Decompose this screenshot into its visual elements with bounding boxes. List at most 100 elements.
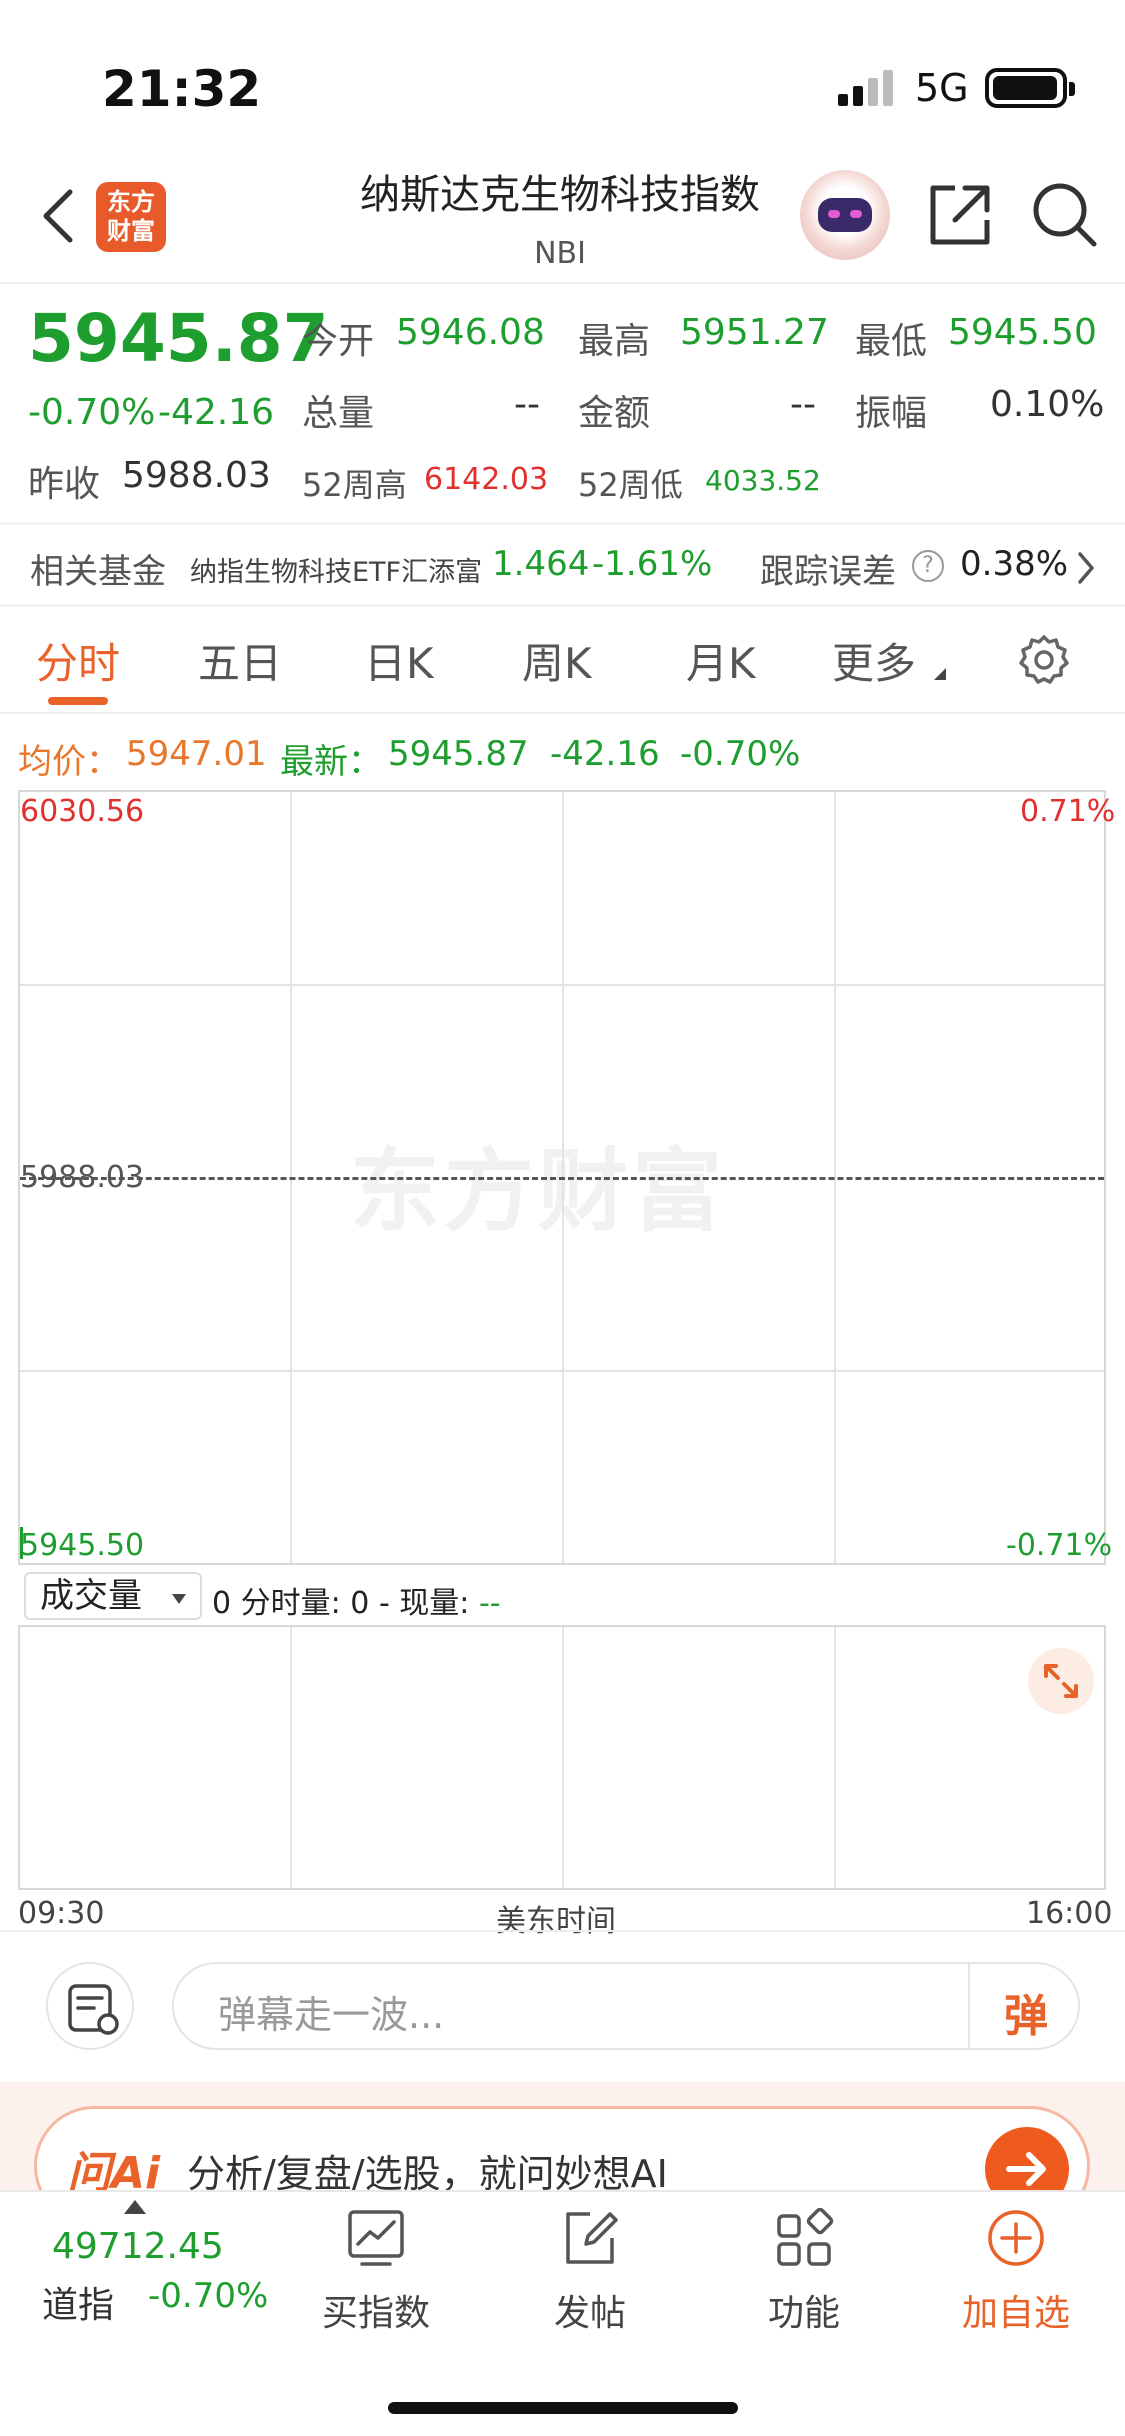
open-value: 5946.08 (396, 312, 545, 353)
edit-icon (566, 2212, 618, 2264)
tab-more[interactable]: 更多 (832, 630, 916, 691)
y-axis-bottom: 5945.50 (20, 1528, 145, 1563)
nav-functions-label: 功能 (767, 2293, 840, 2334)
avg-price-label: 均价： (18, 742, 120, 782)
indicator-select[interactable]: 成交量 (24, 1572, 202, 1620)
tracking-error-label: 跟踪误差 (760, 552, 896, 592)
time-axis-label: 美东时间 (496, 1904, 616, 1939)
nav-post-label: 发帖 (553, 2293, 626, 2334)
nav-buy-index-label: 买指数 (321, 2293, 430, 2334)
last-price-label: 最新： (280, 742, 382, 782)
network-label: 5G (915, 66, 969, 110)
tab-monthly-k[interactable]: 月K (686, 630, 756, 691)
plus-circle-icon (988, 2210, 1044, 2266)
share-icon (930, 185, 990, 245)
tab-daily-k[interactable]: 日K (364, 630, 434, 691)
amplitude-value: 0.10% (990, 384, 1105, 425)
time-axis-end: 16:00 (1026, 1896, 1113, 1931)
week52-low-value: 4033.52 (705, 464, 821, 497)
fund-price: 1.464 (492, 544, 590, 584)
intraday-chart[interactable] (18, 790, 1106, 1565)
expand-chart-button[interactable] (1028, 1648, 1094, 1714)
week52-high-label: 52周高 (302, 466, 407, 504)
change-percent: -0.70% (28, 392, 156, 433)
amount-label: 金额 (578, 393, 651, 434)
danmu-settings-icon (68, 1984, 119, 2035)
tracking-error-value: 0.38% (960, 544, 1069, 584)
y-axis-top: 6030.56 (20, 794, 145, 829)
prev-close-label: 昨收 (28, 464, 101, 505)
assistant-avatar[interactable] (800, 170, 890, 260)
nav-add-watchlist-label: 加自选 (961, 2293, 1070, 2334)
prev-close-line (20, 1177, 1104, 1180)
volume-info-value1: 0 (350, 1586, 370, 1621)
help-icon[interactable]: ? (912, 550, 944, 582)
triangle-up-icon (124, 2200, 146, 2214)
amount-value: -- (790, 384, 816, 425)
danmu-input[interactable]: 弹幕走一波... 弹 (172, 1962, 1080, 2050)
settings-button[interactable] (1018, 634, 1070, 686)
fund-change: -1.61% (592, 544, 713, 584)
chart-divider (0, 1930, 1125, 1932)
back-button[interactable] (36, 186, 84, 246)
active-tab-indicator (48, 697, 108, 705)
fund-divider (0, 604, 1125, 607)
page-subtitle: NBI (534, 236, 586, 271)
last-change-value: -42.16 (550, 734, 660, 774)
amplitude-label: 振幅 (855, 393, 928, 434)
high-label: 最高 (578, 321, 651, 362)
tab-five-day[interactable]: 五日 (198, 630, 282, 691)
tab-intraday[interactable]: 分时 (36, 630, 120, 691)
signal-icon (838, 70, 894, 106)
chevron-right-icon (1078, 552, 1094, 584)
pct-axis-bottom: -0.71% (1006, 1528, 1113, 1563)
trend-chart-icon (348, 2210, 404, 2266)
low-value: 5945.50 (948, 312, 1097, 353)
share-button[interactable] (925, 180, 995, 250)
change-value: -42.16 (158, 392, 275, 433)
danmu-send-button[interactable]: 弹 (1004, 1980, 1048, 2044)
last-change-percent: -0.70% (680, 734, 801, 774)
dropdown-triangle-icon (934, 668, 946, 680)
prev-close-value: 5988.03 (122, 455, 271, 496)
home-indicator (388, 2402, 738, 2414)
fund-label: 相关基金 (30, 552, 166, 592)
search-icon (1033, 183, 1097, 247)
low-label: 最低 (855, 321, 928, 362)
volume-info-prefix: 0 (212, 1586, 232, 1621)
related-fund-row[interactable]: 相关基金 纳指生物科技ETF汇添富 1.464 -1.61% 跟踪误差 ? 0.… (0, 528, 1125, 604)
dropdown-arrow-icon (172, 1594, 186, 1604)
status-time: 21:32 (102, 60, 262, 118)
current-price: 5945.87 (28, 300, 329, 377)
page-title: 纳斯达克生物科技指数 (360, 172, 760, 218)
time-axis-start: 09:30 (18, 1896, 105, 1931)
battery-icon (985, 68, 1075, 108)
high-value: 5951.27 (680, 312, 829, 353)
tab-weekly-k[interactable]: 周K (522, 630, 592, 691)
indicator-select-label: 成交量 (40, 1576, 142, 1616)
y-axis-mid: 5988.03 (20, 1160, 145, 1195)
volume-info: 0 分时量: 0 - 现量: -- (212, 1578, 501, 1622)
index-name: 道指 (42, 2285, 115, 2326)
danmu-placeholder: 弹幕走一波... (218, 1993, 445, 2037)
volume-chart[interactable] (18, 1625, 1106, 1890)
pct-axis-top: 0.71% (1020, 794, 1116, 829)
volume-info-value2: -- (478, 1586, 501, 1621)
danmu-settings-button[interactable] (46, 1962, 134, 2050)
grid-icon (777, 2208, 834, 2266)
search-button[interactable] (1030, 180, 1100, 250)
volume-label: 总量 (302, 393, 375, 434)
fund-name: 纳指生物科技ETF汇添富 (190, 557, 483, 588)
bottom-nav: 49712.45 道指 -0.70% 买指数 发帖 功能 加自选 (0, 2190, 1125, 2436)
chevron-left-icon (43, 189, 73, 243)
index-change: -0.70% (148, 2276, 269, 2316)
tabs-divider (0, 712, 1125, 714)
avg-price-value: 5947.01 (126, 734, 267, 774)
volume-value: -- (514, 384, 540, 425)
app-logo: 东方财富 (96, 182, 166, 252)
week52-high-value: 6142.03 (424, 462, 549, 497)
gear-icon (1019, 635, 1069, 684)
quote-divider (0, 522, 1125, 525)
expand-icon (1044, 1664, 1078, 1698)
index-value: 49712.45 (52, 2226, 224, 2267)
